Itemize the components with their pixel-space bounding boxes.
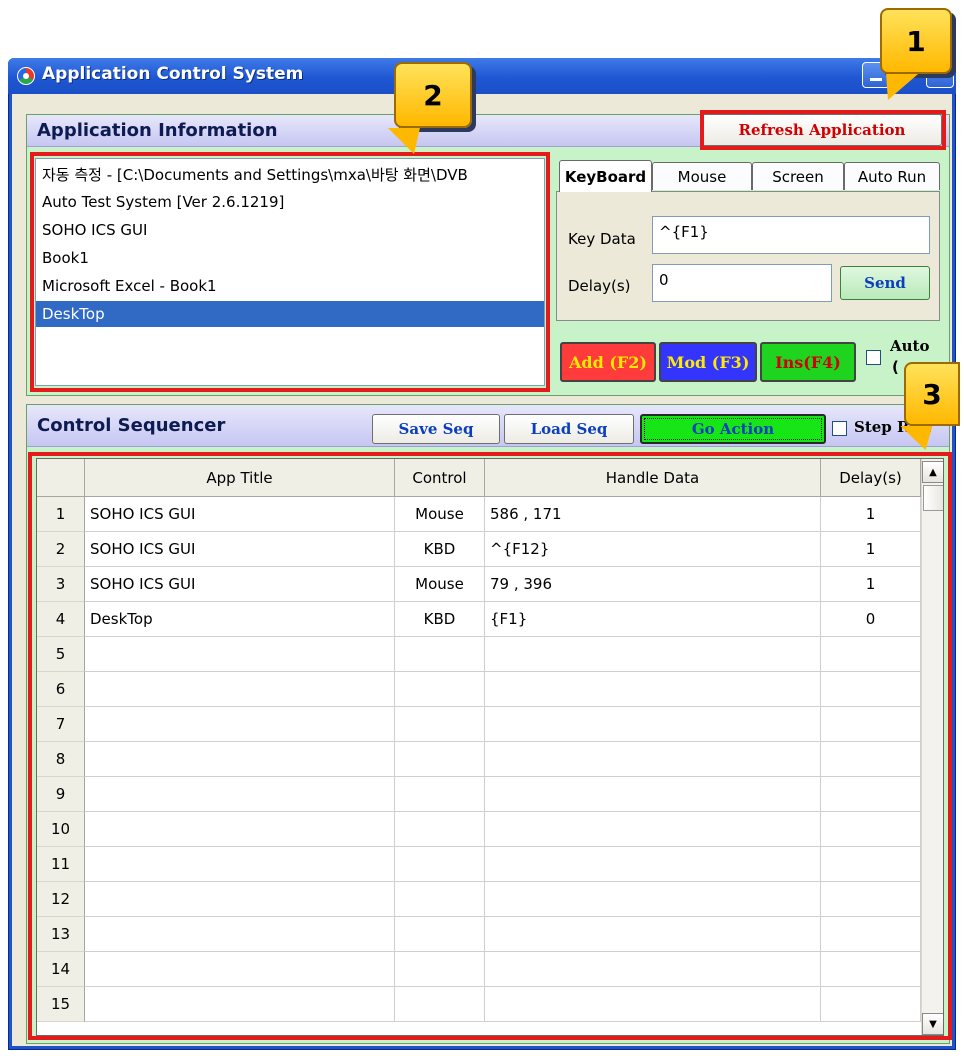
tab-keyboard[interactable]: KeyBoard	[559, 160, 652, 192]
sequencer-title: Control Sequencer	[37, 415, 226, 436]
delay-label: Delay(s)	[568, 277, 631, 295]
send-button[interactable]: Send	[840, 266, 930, 300]
delay-input[interactable]: 0	[652, 264, 832, 302]
highlight-box-refresh	[700, 110, 946, 150]
load-sequence-button[interactable]: Load Seq	[504, 414, 634, 444]
app-info-title: Application Information	[37, 120, 278, 141]
callout-2: 2	[394, 62, 472, 128]
modify-button[interactable]: Mod (F3)	[659, 342, 757, 382]
step-run-checkbox[interactable]	[832, 421, 847, 436]
highlight-box-sequencer	[28, 452, 952, 1040]
highlight-box-app-list	[30, 152, 550, 392]
tab-auto-run[interactable]: Auto Run	[844, 162, 940, 190]
tab-screen[interactable]: Screen	[752, 162, 844, 190]
callout-3: 3	[904, 362, 960, 426]
key-data-input[interactable]: ^{F1}	[652, 216, 930, 254]
minimize-icon	[870, 78, 882, 81]
tab-mouse[interactable]: Mouse	[652, 162, 752, 190]
auto-checkbox-label: Auto	[890, 337, 930, 355]
save-sequence-button[interactable]: Save Seq	[372, 414, 500, 444]
app-logo-icon	[17, 67, 35, 85]
add-button[interactable]: Add (F2)	[560, 342, 656, 382]
insert-button[interactable]: Ins(F4)	[760, 342, 856, 382]
key-data-label: Key Data	[568, 230, 636, 248]
go-action-button[interactable]: Go Action	[640, 414, 826, 444]
callout-1: 1	[880, 8, 952, 74]
auto-checkbox[interactable]	[866, 350, 881, 365]
auto-checkbox-sublabel: (	[892, 358, 899, 376]
window-title: Application Control System	[42, 64, 304, 84]
